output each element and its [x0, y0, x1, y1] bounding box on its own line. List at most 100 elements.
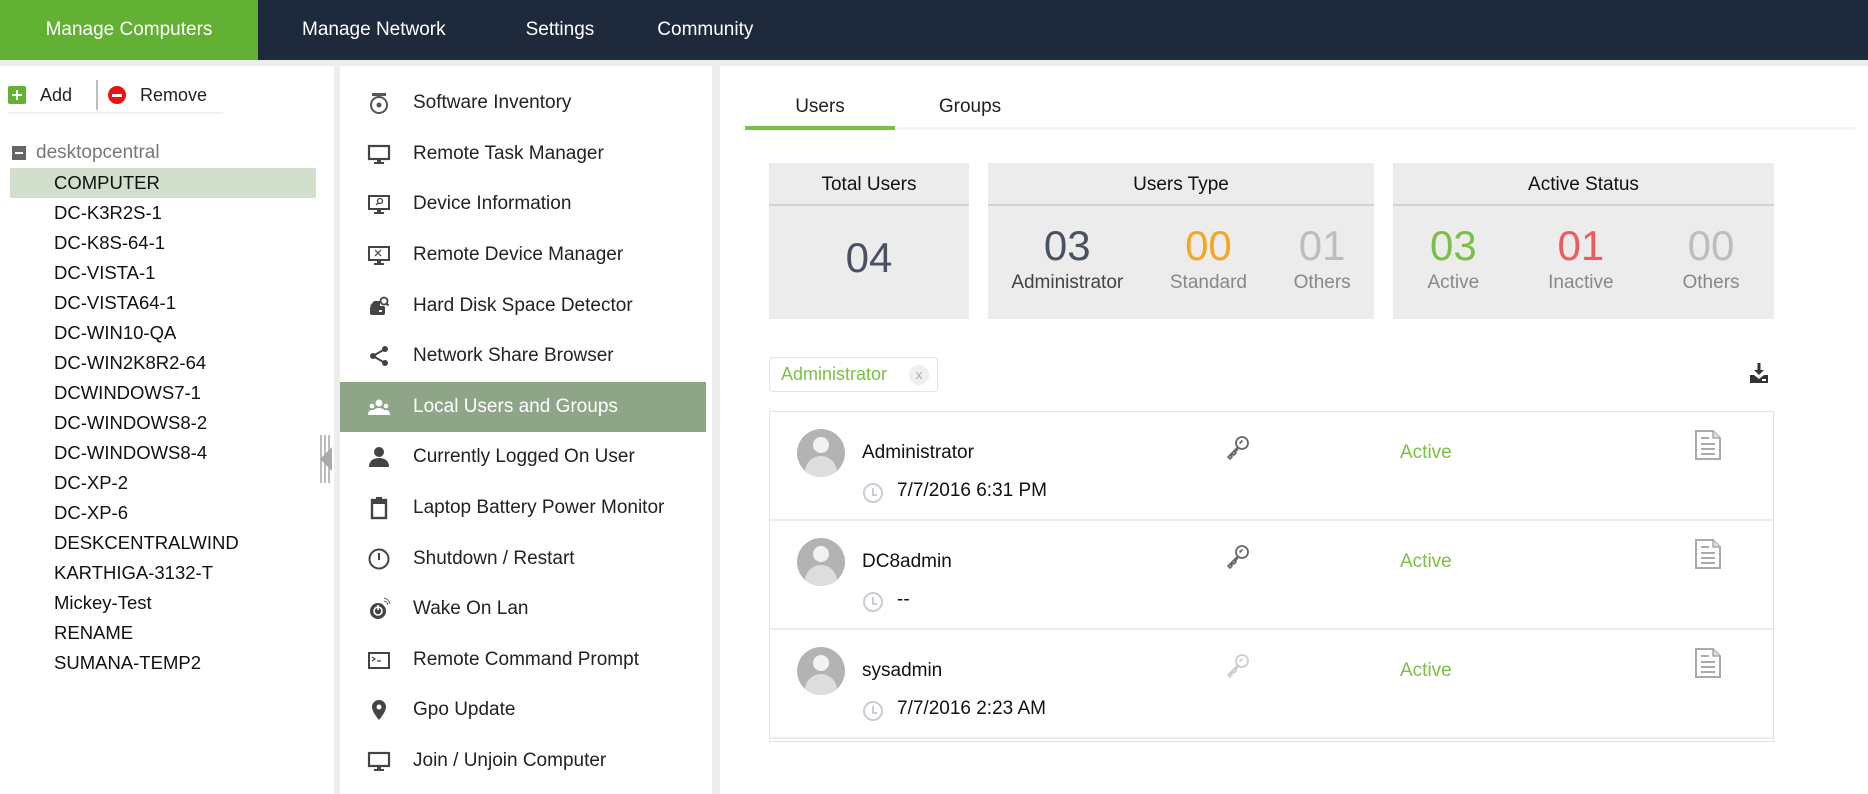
user-name[interactable]: sysadmin	[862, 660, 942, 682]
collapse-icon[interactable]	[12, 146, 26, 160]
avatar	[797, 647, 845, 695]
users-type-standard[interactable]: 00 Standard	[1170, 220, 1247, 294]
menu-item-gpo-update[interactable]: Gpo Update	[340, 685, 706, 736]
tree-root[interactable]: desktopcentral	[10, 138, 316, 168]
users-type-others[interactable]: 01 Others	[1294, 220, 1351, 294]
menu-item-device-information[interactable]: Device Information	[340, 179, 706, 230]
tree-item-computer[interactable]: DC-VISTA-1	[10, 258, 316, 288]
avatar	[797, 538, 845, 586]
tree-item-computer[interactable]: DC-WIN10-QA	[10, 318, 316, 348]
tree-item-computer[interactable]: DC-K3R2S-1	[10, 198, 316, 228]
stat-value: 00	[1687, 222, 1735, 269]
menu-item-currently-logged-on-user[interactable]: Currently Logged On User	[340, 432, 706, 483]
tree-item-computer[interactable]: DC-XP-6	[10, 498, 316, 528]
total-users-value: 04	[845, 234, 893, 281]
tab-groups[interactable]: Groups	[895, 92, 1045, 130]
stat-value: 01	[1298, 222, 1346, 269]
nav-settings[interactable]: Settings	[526, 0, 595, 60]
users-type-card: Users Type 03 Administrator 00 Standard 01 Ot…	[988, 163, 1374, 319]
menu-item-hard-disk-space-detector[interactable]: Hard Disk Space Detector	[340, 280, 706, 331]
stat-value: 00	[1185, 222, 1232, 269]
main-content: Users Groups Total Users 04 Users Type 0…	[720, 66, 1868, 794]
menu-item-join-unjoin-computer[interactable]: Join / Unjoin Computer	[340, 736, 706, 787]
menu-item-network-share-browser[interactable]: Network Share Browser	[340, 331, 706, 382]
clock-icon	[863, 592, 883, 612]
last-login-time: 7/7/2016 6:31 PM	[897, 480, 1047, 501]
menu-item-remote-command-prompt[interactable]: Remote Command Prompt	[340, 635, 706, 686]
document-icon[interactable]	[1694, 647, 1722, 679]
menu-item-label: Join / Unjoin Computer	[413, 750, 607, 772]
avatar	[797, 429, 845, 477]
tools-menu-panel: Software Inventory Remote Task Manager Dev…	[340, 66, 712, 794]
tree-item-computer[interactable]: SUMANA-TEMP2	[10, 648, 316, 678]
tree-item-computer[interactable]: Mickey-Test	[10, 588, 316, 618]
user-row[interactable]: sysadmin 7/7/2016 2:23 AM Active	[770, 630, 1773, 739]
tree-item-computer[interactable]: DC-XP-2	[10, 468, 316, 498]
tree-item-computer[interactable]: KARTHIGA-3132-T	[10, 558, 316, 588]
card-title: Active Status	[1393, 163, 1774, 206]
remove-icon	[108, 86, 127, 104]
menu-item-label: Wake On Lan	[413, 598, 529, 620]
users-type-administrator[interactable]: 03 Administrator	[1011, 220, 1123, 294]
tree-toolbar: Add Remove	[8, 78, 223, 114]
battery-icon	[367, 496, 391, 520]
active-status-inactive[interactable]: 01 Inactive	[1548, 220, 1613, 294]
stat-label: Active	[1427, 272, 1480, 293]
clock-icon	[863, 701, 883, 721]
user-name[interactable]: DC8admin	[862, 551, 952, 573]
terminal-icon	[367, 648, 391, 672]
close-icon[interactable]: x	[909, 365, 929, 385]
nav-manage-network[interactable]: Manage Network	[302, 0, 446, 60]
add-label: Add	[40, 84, 73, 105]
document-icon[interactable]	[1694, 538, 1722, 570]
location-pin-icon	[367, 698, 391, 722]
stat-label: Inactive	[1548, 272, 1614, 293]
active-status-active[interactable]: 03 Active	[1427, 220, 1479, 294]
tab-users[interactable]: Users	[745, 92, 895, 130]
tree-item-computer[interactable]: RENAME	[10, 618, 316, 648]
power-icon	[367, 547, 391, 571]
user-status: Active	[1400, 442, 1452, 463]
document-icon[interactable]	[1694, 429, 1722, 461]
add-button[interactable]: Add	[8, 85, 72, 106]
user-row[interactable]: DC8admin -- Active	[770, 521, 1773, 630]
user-status: Active	[1400, 551, 1452, 572]
key-icon[interactable]	[1225, 653, 1251, 679]
stat-label: Standard	[1169, 272, 1247, 293]
tree-item-computer[interactable]: DCWINDOWS7-1	[10, 378, 316, 408]
menu-item-remote-device-manager[interactable]: Remote Device Manager	[340, 230, 706, 281]
user-name[interactable]: Administrator	[862, 442, 974, 464]
menu-item-wake-on-lan[interactable]: Wake On Lan	[340, 584, 706, 635]
wake-icon	[367, 597, 391, 621]
menu-item-remote-task-manager[interactable]: Remote Task Manager	[340, 129, 706, 180]
tree-item-computer[interactable]: COMPUTER	[10, 168, 316, 198]
menu-item-label: Remote Device Manager	[413, 244, 624, 266]
remove-button[interactable]: Remove	[108, 85, 207, 106]
user-row[interactable]: Administrator 7/7/2016 6:31 PM Active	[770, 412, 1773, 521]
tree-item-computer[interactable]: DESKCENTRALWIND	[10, 528, 316, 558]
stat-value: 03	[1043, 222, 1091, 269]
key-icon[interactable]	[1225, 544, 1251, 570]
tree-item-computer[interactable]: DC-WIN2K8R2-64	[10, 348, 316, 378]
menu-item-label: Hard Disk Space Detector	[413, 294, 633, 316]
export-download-icon[interactable]	[1748, 362, 1770, 384]
menu-item-laptop-battery-power-monitor[interactable]: Laptop Battery Power Monitor	[340, 483, 706, 534]
nav-manage-computers[interactable]: Manage Computers	[0, 0, 258, 60]
tree-item-computer[interactable]: DC-VISTA64-1	[10, 288, 316, 318]
monitor-icon	[367, 749, 391, 773]
tree-item-computer[interactable]: DC-K8S-64-1	[10, 228, 316, 258]
tree-item-computer[interactable]: DC-WINDOWS8-4	[10, 438, 316, 468]
stat-label: Others	[1293, 272, 1351, 293]
key-icon[interactable]	[1225, 435, 1251, 461]
panel-collapse-handle[interactable]	[320, 435, 332, 483]
tab-bar: Users Groups	[745, 92, 1855, 130]
menu-item-software-inventory[interactable]: Software Inventory	[340, 78, 706, 129]
active-status-others[interactable]: 00 Others	[1683, 220, 1740, 294]
filter-tag-label: Administrator	[781, 364, 888, 384]
chevron-left-icon	[320, 447, 332, 471]
menu-item-shutdown-restart[interactable]: Shutdown / Restart	[340, 533, 706, 584]
menu-item-local-users-and-groups[interactable]: Local Users and Groups	[340, 381, 706, 433]
tree-item-computer[interactable]: DC-WINDOWS8-2	[10, 408, 316, 438]
filter-tag: Administrator x	[769, 357, 938, 392]
nav-community[interactable]: Community	[657, 0, 753, 60]
